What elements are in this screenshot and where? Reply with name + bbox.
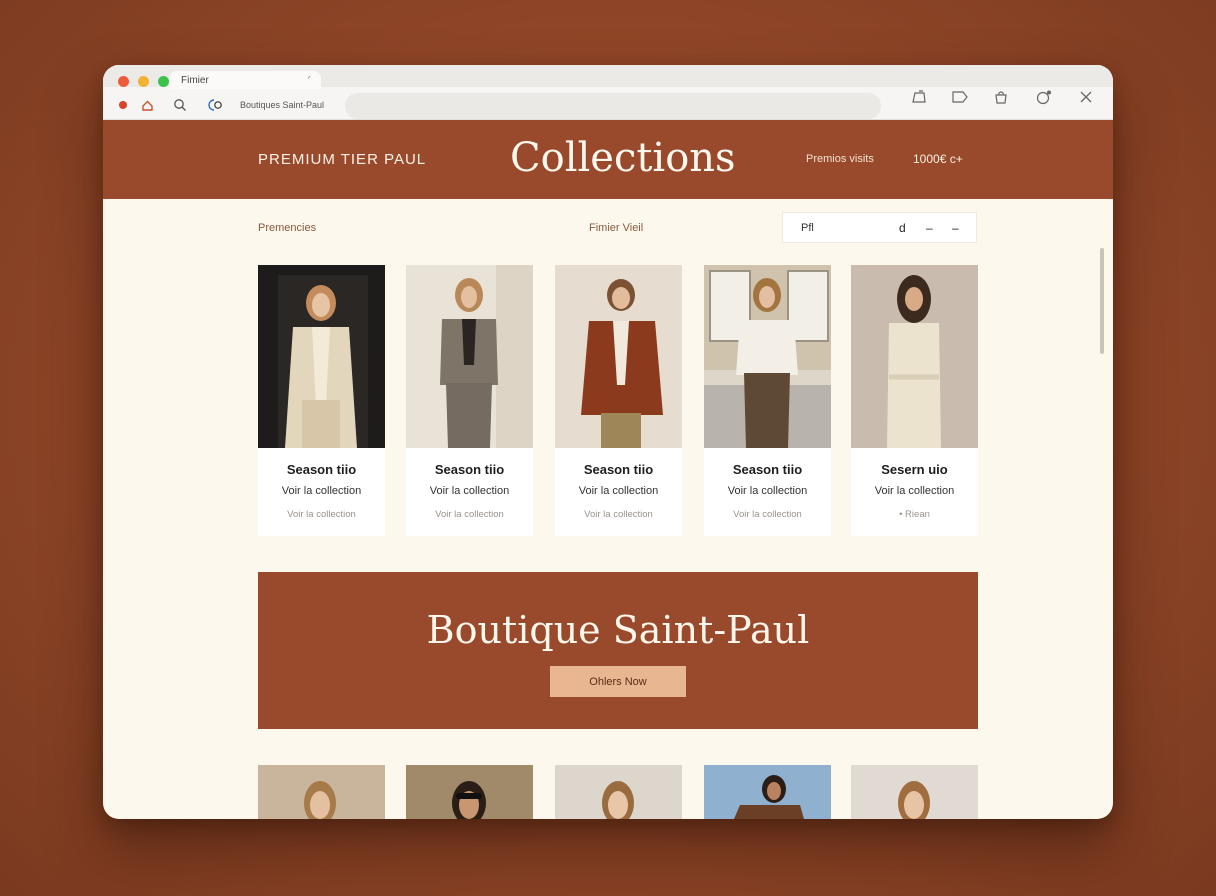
close-icon[interactable] <box>1077 88 1095 106</box>
product-card[interactable]: Season tiio Voir la collection Voir la c… <box>258 265 385 536</box>
shop-now-button[interactable]: Ohlers Now <box>550 666 686 697</box>
search-field[interactable]: Pfl d – – <box>782 212 977 243</box>
product-title: Season tiio <box>286 462 357 477</box>
product-image[interactable] <box>851 265 978 448</box>
product-image[interactable] <box>555 265 682 448</box>
search-icon[interactable] <box>172 97 188 113</box>
product-sublink[interactable]: • Riean <box>851 509 978 520</box>
product-image[interactable] <box>406 265 533 448</box>
search-control[interactable]: – <box>952 221 959 235</box>
tab-title: Fimier <box>181 75 209 86</box>
url-label[interactable]: Boutiques Saint-Paul <box>240 100 324 110</box>
product-card[interactable]: Season tiio Voir la collection Voir la c… <box>406 265 533 536</box>
brand-logo[interactable]: PREMIUM TIER PAUL <box>258 151 426 168</box>
close-window-button[interactable] <box>118 76 129 87</box>
product-sublink[interactable]: Voir la collection <box>555 509 682 520</box>
product-link[interactable]: Voir la collection <box>851 485 978 497</box>
product-title: Sesern uio <box>881 462 948 477</box>
search-control[interactable]: d <box>899 221 906 235</box>
browser-tab[interactable]: Fimier ᐟ <box>169 71 321 89</box>
share-icon[interactable] <box>910 88 928 106</box>
browser-window: Fimier ᐟ Boutiques Saint-Paul PREMIUM TI… <box>103 65 1113 819</box>
page-scrollbar[interactable] <box>1100 248 1104 354</box>
product-sublink[interactable]: Voir la collection <box>406 509 533 520</box>
product-card[interactable]: Season tiio Voir la collection Voir la c… <box>704 265 831 536</box>
filter-category[interactable]: Premencies <box>258 222 316 234</box>
product-link[interactable]: Voir la collection <box>704 485 831 497</box>
product-sublink[interactable]: Voir la collection <box>704 509 831 520</box>
search-value: Pfl <box>801 222 814 234</box>
browser-chrome: Fimier ᐟ Boutiques Saint-Paul <box>103 65 1113 120</box>
product-link[interactable]: Voir la collection <box>406 485 533 497</box>
product-thumbnail[interactable] <box>555 765 682 819</box>
tag-icon[interactable] <box>951 88 969 106</box>
site-header: PREMIUM TIER PAUL Collections Premios vi… <box>103 120 1113 199</box>
reload-icon[interactable] <box>207 97 223 113</box>
record-icon[interactable] <box>115 97 131 113</box>
product-thumbnail[interactable] <box>406 765 533 819</box>
tab-close-icon[interactable]: ᐟ <box>307 74 311 85</box>
product-sublink[interactable]: Voir la collection <box>258 509 385 520</box>
product-thumbnail[interactable] <box>258 765 385 819</box>
product-image[interactable] <box>704 265 831 448</box>
product-image[interactable] <box>258 265 385 448</box>
filter-sort[interactable]: Fimier Vieil <box>589 222 643 234</box>
promo-banner: Boutique Saint-Paul Ohlers Now <box>258 572 978 729</box>
maximize-window-button[interactable] <box>158 76 169 87</box>
product-link[interactable]: Voir la collection <box>258 485 385 497</box>
address-bar[interactable] <box>345 93 881 119</box>
minimize-window-button[interactable] <box>138 76 149 87</box>
home-icon[interactable] <box>139 97 155 113</box>
banner-title: Boutique Saint-Paul <box>426 608 810 652</box>
product-title: Season tiio <box>732 462 803 477</box>
page-title: Collections <box>510 135 736 181</box>
profile-icon[interactable] <box>1035 88 1053 106</box>
search-control[interactable]: – <box>926 221 933 235</box>
product-card[interactable]: Season tiio Voir la collection Voir la c… <box>555 265 682 536</box>
product-title: Season tiio <box>583 462 654 477</box>
product-thumbnail[interactable] <box>704 765 831 819</box>
product-thumbnail[interactable] <box>851 765 978 819</box>
product-card[interactable]: Sesern uio Voir la collection • Riean <box>851 265 978 536</box>
product-link[interactable]: Voir la collection <box>555 485 682 497</box>
cart-total[interactable]: 1000€ c+ <box>913 152 963 166</box>
bag-icon[interactable] <box>992 88 1010 106</box>
header-link[interactable]: Premios visits <box>806 153 874 165</box>
product-title: Season tiio <box>434 462 505 477</box>
